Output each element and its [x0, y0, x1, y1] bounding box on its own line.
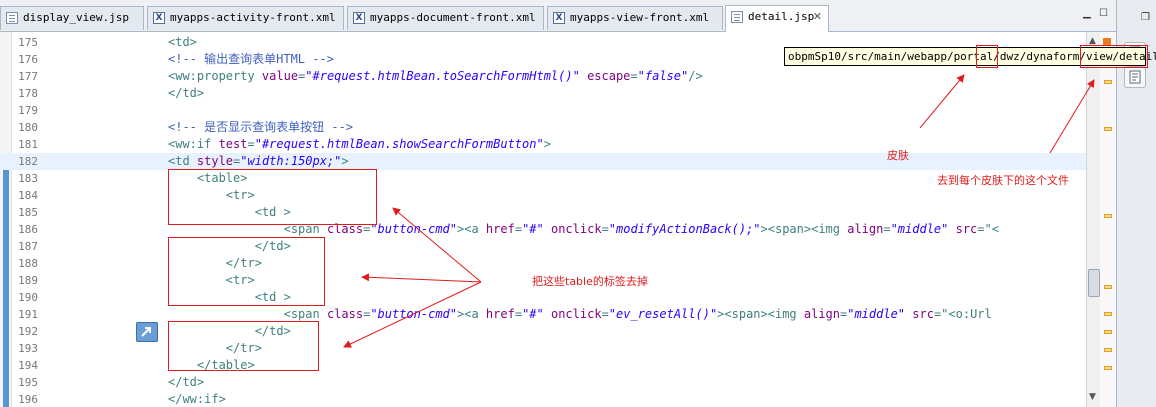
annotation-each-skin-label: 去到每个皮肤下的这个文件 — [937, 174, 1069, 187]
annotation-remove-tags-label: 把这些table的标签去掉 — [532, 275, 648, 288]
annotation-skin-label: 皮肤 — [887, 149, 909, 162]
annotation-arrows — [343, 74, 1095, 348]
